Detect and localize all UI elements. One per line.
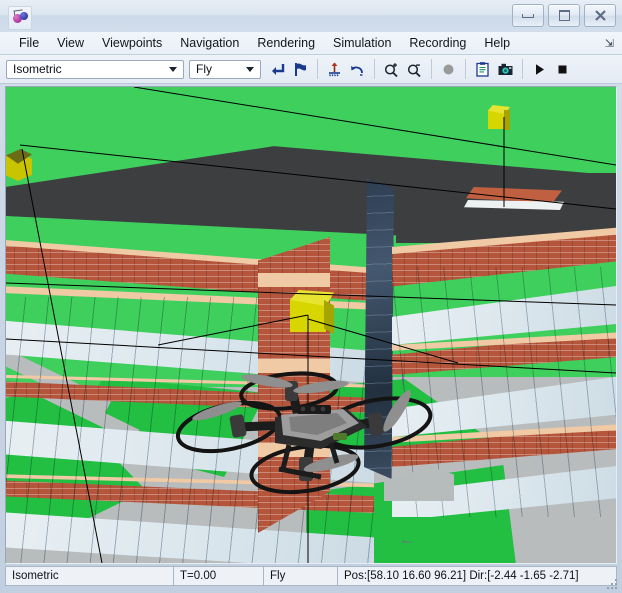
status-position: Pos:[58.10 16.60 96.21] Dir:[-2.44 -1.65… (337, 566, 617, 586)
viewpoint-select[interactable]: Isometric (6, 59, 184, 79)
menu-item-view[interactable]: View (48, 33, 93, 53)
console-button[interactable] (471, 58, 494, 81)
toolbar-separator (431, 59, 432, 79)
navigation-select[interactable]: Fly (189, 59, 261, 79)
sphere-blue-icon (20, 12, 28, 20)
close-icon (594, 10, 606, 21)
undo-arrow-icon (351, 65, 363, 76)
add-object-button[interactable] (323, 58, 346, 81)
menu-item-rendering[interactable]: Rendering (248, 33, 324, 53)
flag-icon (295, 62, 306, 76)
status-viewpoint: Isometric (5, 566, 173, 586)
viewpoint-select-value: Isometric (13, 62, 62, 76)
navigation-select-value: Fly (196, 62, 212, 76)
clipboard-icon (476, 61, 489, 77)
return-arrow-icon (272, 63, 285, 75)
status-time: T=0.00 (173, 566, 263, 586)
scene-render (6, 87, 616, 563)
maximize-icon (558, 10, 570, 21)
status-bar: Isometric T=0.00 Fly Pos:[58.10 16.60 96… (5, 566, 617, 586)
3d-simulation-view[interactable] (5, 86, 617, 564)
toolbar-separator (317, 59, 318, 79)
chevron-down-icon (246, 66, 254, 72)
menu-item-file[interactable]: File (10, 33, 48, 53)
menu-item-simulation[interactable]: Simulation (324, 33, 400, 53)
anchor-drop-icon (329, 62, 340, 76)
record-dot-icon (443, 64, 454, 74)
status-navigation: Fly (263, 566, 337, 586)
magnifier-plus-icon (384, 62, 398, 77)
app-icon (8, 6, 32, 30)
restore-viewpoint-button[interactable] (266, 58, 289, 81)
stop-button[interactable] (551, 58, 574, 81)
play-button[interactable] (528, 58, 551, 81)
webots-main-window: File View Viewpoints Navigation Renderin… (0, 0, 622, 593)
play-triangle-icon (536, 63, 544, 75)
tool-bar: Isometric Fly (0, 55, 622, 84)
chevron-down-icon (169, 66, 177, 72)
menu-item-navigation[interactable]: Navigation (171, 33, 248, 53)
magnifier-minus-icon (407, 63, 421, 77)
zoom-out-button[interactable] (403, 58, 426, 81)
undo-button[interactable] (346, 58, 369, 81)
menu-item-viewpoints[interactable]: Viewpoints (93, 33, 171, 53)
menu-item-help[interactable]: Help (475, 33, 519, 53)
toolbar-separator (374, 59, 375, 79)
toolbar-separator (465, 59, 466, 79)
window-controls (512, 4, 616, 27)
maximize-button[interactable] (548, 4, 580, 27)
menu-overflow-icon[interactable]: ⇲ (605, 37, 614, 50)
minimize-button[interactable] (512, 4, 544, 27)
record-button[interactable] (437, 58, 460, 81)
toolbar-separator (522, 59, 523, 79)
set-viewpoint-button[interactable] (289, 58, 312, 81)
menu-item-recording[interactable]: Recording (400, 33, 475, 53)
zoom-in-button[interactable] (380, 58, 403, 81)
screenshot-button[interactable] (494, 58, 517, 81)
close-button[interactable] (584, 4, 616, 27)
minimize-icon (522, 13, 534, 18)
resize-grip[interactable] (607, 579, 619, 591)
stop-square-icon (558, 65, 567, 73)
camera-icon (498, 63, 513, 75)
title-bar (0, 0, 622, 33)
menu-bar: File View Viewpoints Navigation Renderin… (0, 32, 622, 55)
